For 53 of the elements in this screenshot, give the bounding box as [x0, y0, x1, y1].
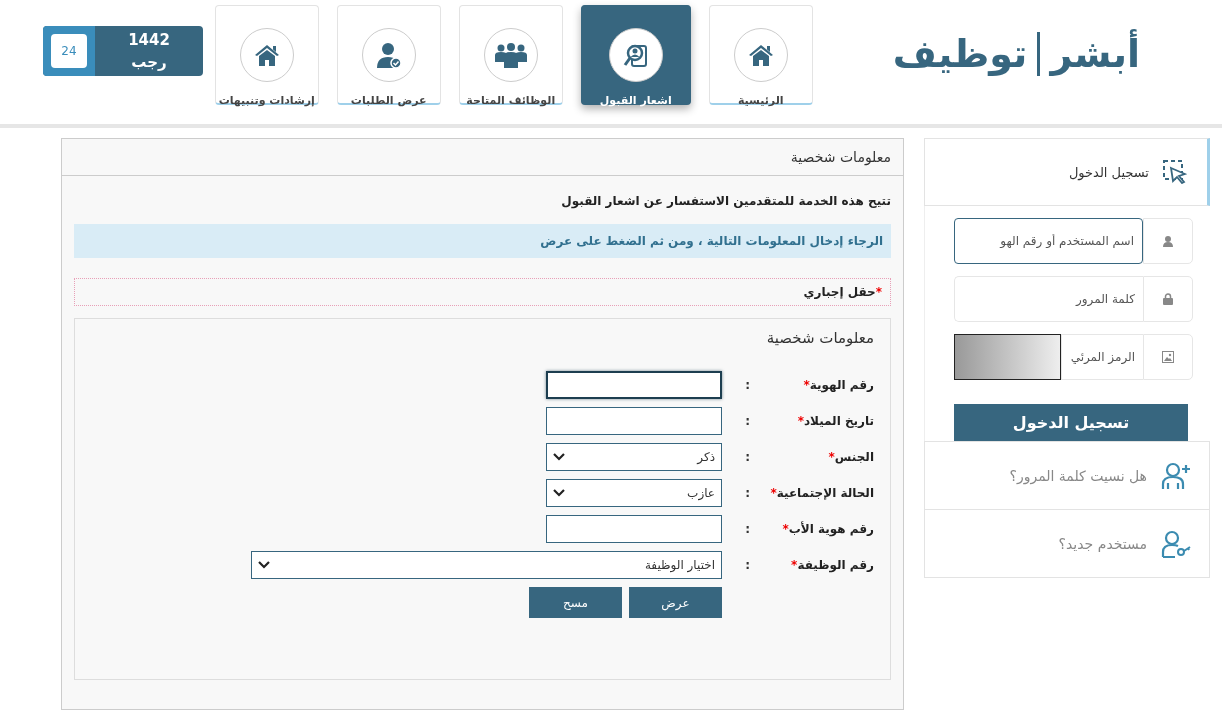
- form-button[interactable]: مسح: [529, 587, 622, 618]
- nav-tab[interactable]: الوظائف المتاحة: [458, 5, 563, 105]
- user-icon: [1163, 235, 1173, 247]
- colon: :: [744, 414, 750, 428]
- colon: :: [744, 522, 750, 536]
- logo: أبشر توظيف: [892, 24, 1140, 84]
- select-field[interactable]: عازب: [546, 479, 722, 507]
- select-field[interactable]: ذكر: [546, 443, 722, 471]
- nav-tab[interactable]: إرشادات وتنبيهات: [214, 5, 319, 105]
- colon: :: [744, 378, 750, 392]
- chevron-down-icon: [258, 561, 270, 569]
- house-icon: [253, 43, 280, 67]
- image-icon: [1162, 351, 1174, 363]
- sidebar-link[interactable]: مستخدم جديد؟: [924, 510, 1210, 578]
- field-label: رقم الهوية*: [802, 378, 874, 392]
- user-add-icon: [1161, 461, 1191, 490]
- password-field[interactable]: كلمة المرور: [954, 276, 1143, 322]
- info-alert: الرجاء إدخال المعلومات التالية ، ومن ثم الضغط على عرض: [74, 224, 891, 258]
- field-label: رقم هوية الأب*: [781, 522, 874, 536]
- fieldset-title: معلومات شخصية: [765, 329, 874, 347]
- nav-tab[interactable]: الرئيسية: [708, 5, 813, 105]
- text-field[interactable]: [546, 371, 722, 399]
- day-number: 24: [51, 34, 87, 68]
- sidebar-link[interactable]: هل نسيت كلمة المرور؟: [924, 441, 1210, 510]
- chevron-down-icon: [553, 489, 565, 497]
- intro-text: تتيح هذه الخدمة للمتقدمين الاستفسار عن اشعار القبول: [560, 194, 891, 208]
- text-field[interactable]: [546, 407, 722, 435]
- field-label: الجنس*: [827, 450, 874, 464]
- people-group-icon: [493, 42, 528, 68]
- lock-icon: [1163, 293, 1173, 305]
- text-field[interactable]: [546, 515, 722, 543]
- colon: :: [744, 450, 750, 464]
- select-field[interactable]: اختيار الوظيفة: [251, 551, 722, 579]
- nav-tab[interactable]: عرض الطلبات: [336, 5, 441, 105]
- year-text: 1442: [128, 30, 170, 51]
- colon: :: [744, 486, 750, 500]
- month-text: رجب: [131, 52, 167, 73]
- colon: :: [744, 558, 750, 572]
- chevron-down-icon: [553, 453, 565, 461]
- person-check-icon: [375, 41, 402, 69]
- login-button[interactable]: تسجيل الدخول: [954, 404, 1188, 441]
- form-button[interactable]: عرض: [629, 587, 722, 618]
- field-label: الحالة الإجتماعية*: [769, 486, 874, 500]
- captcha-field[interactable]: الرمز المرئي: [1061, 334, 1143, 380]
- house-icon: [747, 43, 774, 67]
- cursor-select-icon: [1163, 160, 1187, 184]
- nav-tab[interactable]: اشعار القبول: [580, 5, 691, 105]
- field-label: تاريخ الميلاد*: [796, 414, 874, 428]
- login-title: تسجيل الدخول: [1068, 164, 1149, 180]
- user-key-icon: [1161, 529, 1191, 558]
- panel-title: معلومات شخصية: [790, 149, 891, 165]
- required-note: * حقل إجباري: [74, 278, 891, 306]
- field-label: رقم الوظيفة*: [790, 558, 874, 572]
